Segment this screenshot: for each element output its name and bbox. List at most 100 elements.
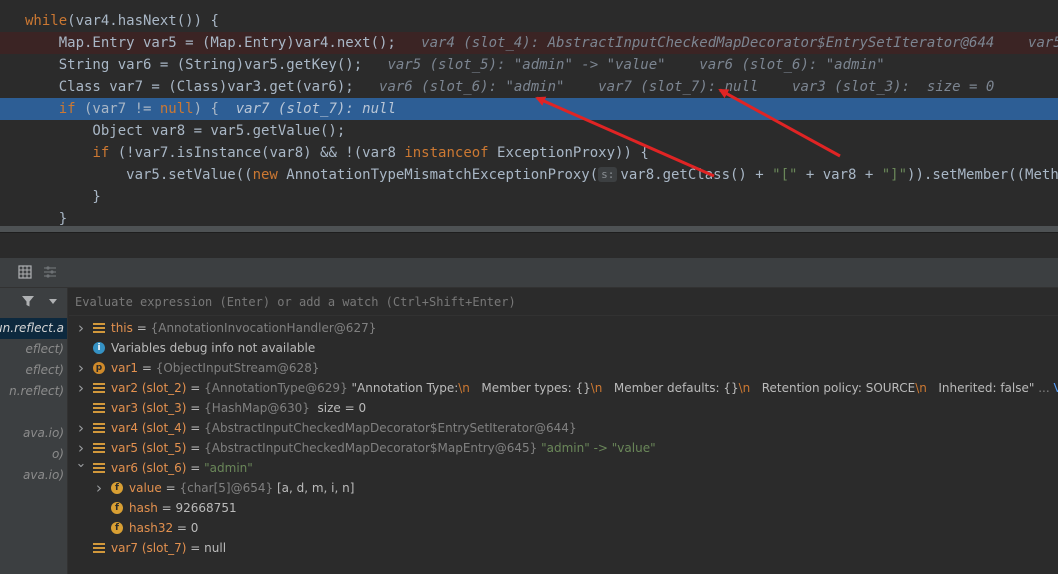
code-token: "[" (772, 167, 798, 183)
variable-name: var1 (111, 361, 139, 375)
code-token: var5.setValue(( (25, 167, 253, 183)
variable-row[interactable]: f hash32 = 0 (69, 518, 1058, 538)
inline-debug-value: var6 (slot_6): "admin" var7 (slot_7): nu… (353, 79, 995, 95)
code-line[interactable]: var5.setValue((new AnnotationTypeMismatc… (0, 164, 1058, 186)
variable-value: [a, d, m, i, n] (273, 481, 355, 495)
info-icon: i (93, 342, 105, 354)
variable-row[interactable]: › var5 (slot_5) = {AbstractInputCheckedMa… (69, 438, 1058, 458)
variable-name: hash32 (129, 521, 174, 535)
variable-icon (93, 542, 105, 554)
collapse-toggle-icon[interactable]: ⌄ (75, 458, 87, 474)
variable-icon (93, 382, 105, 394)
code-token: (!var7.isInstance(var8) && !(var8 (109, 145, 405, 161)
code-text: while(var4.hasNext()) { (25, 10, 219, 32)
expand-toggle-icon[interactable]: › (75, 378, 87, 398)
variable-row[interactable]: › var4 (slot_4) = {AbstractInputCheckedMa… (69, 418, 1058, 438)
variable-row[interactable]: › f value = {char[5]@654} [a, d, m, i, n] (69, 478, 1058, 498)
inline-debug-value: var5 (slot_5): "admin" -> "value" var6 (… (362, 57, 885, 73)
frames-header (0, 288, 67, 316)
variable-icon (93, 462, 105, 474)
variable-text: hash = 92668751 (129, 498, 237, 518)
code-token: )).setMember((Method)var2.members().get(… (907, 167, 1058, 183)
dropdown-arrow-icon[interactable] (45, 294, 61, 310)
variable-name: var6 (slot_6) (111, 461, 187, 475)
evaluate-bar (69, 288, 1058, 316)
debug-toolbar (0, 258, 1058, 288)
evaluate-expression-input[interactable] (75, 293, 1045, 311)
variable-value: = (186, 381, 205, 395)
filter-icon[interactable] (20, 294, 36, 310)
parameter-icon: p (93, 362, 105, 374)
panel-divider[interactable] (0, 232, 1058, 258)
variable-value: {HashMap@630} (204, 401, 310, 415)
frame-item[interactable]: eflect) (0, 360, 67, 381)
layout-settings-icon[interactable] (42, 265, 58, 281)
code-line[interactable]: Class var7 = (Class)var3.get(var6); var6… (0, 76, 1058, 98)
expand-toggle-icon[interactable]: › (75, 318, 87, 338)
table-view-icon[interactable] (17, 265, 33, 281)
code-token: while (25, 13, 68, 29)
view-link[interactable]: View (1053, 381, 1058, 395)
variables-panel: › this = {AnnotationInvocationHandler@627… (69, 288, 1058, 574)
code-token: instanceof (404, 145, 489, 161)
field-icon: f (111, 482, 123, 494)
variable-row[interactable]: › var2 (slot_2) = {AnnotationType@629} "A… (69, 378, 1058, 398)
variable-value: Inherited: false" (926, 381, 1035, 395)
variable-text: var6 (slot_6) = "admin" (111, 458, 253, 478)
variable-text: var1 = {ObjectInputStream@628} (111, 358, 319, 378)
frame-label: ava.io) (23, 426, 64, 440)
frame-item[interactable] (0, 486, 67, 507)
code-line[interactable]: if (!var7.isInstance(var8) && !(var8 ins… (0, 142, 1058, 164)
variable-value: Member defaults: {} (602, 381, 739, 395)
variable-row[interactable]: › p var1 = {ObjectInputStream@628} (69, 358, 1058, 378)
frame-item[interactable]: ava.io) (0, 465, 67, 486)
variable-row[interactable]: › this = {AnnotationInvocationHandler@627… (69, 318, 1058, 338)
frame-label: ava.io) (23, 468, 64, 482)
frames-panel: sun.reflect.a eflect) eflect) n.reflect) ava… (0, 288, 68, 574)
inline-debug-value: var7 (slot_7): null (218, 101, 396, 117)
variable-value: {AnnotationInvocationHandler@627} (150, 321, 377, 335)
expand-toggle-icon[interactable]: › (93, 478, 105, 498)
code-token: ExceptionProxy)) { (488, 145, 649, 161)
frame-item[interactable]: n.reflect) (0, 381, 67, 402)
variable-name: var2 (slot_2) (111, 381, 187, 395)
variable-row[interactable]: var7 (slot_7) = null (69, 538, 1058, 558)
frame-item[interactable]: sun.reflect.a (0, 318, 67, 339)
frame-label: o) (51, 447, 64, 461)
variable-row[interactable]: ⌄ var6 (slot_6) = "admin" (69, 458, 1058, 478)
code-token: Class var7 = (Class)var3.get(var6); (25, 79, 354, 95)
expand-toggle-icon[interactable]: › (75, 418, 87, 438)
frame-item[interactable]: ava.io) (0, 423, 67, 444)
variable-row[interactable]: i Variables debug info not available (69, 338, 1058, 358)
variable-value: {char[5]@654} (179, 481, 274, 495)
variable-value: size = 0 (309, 401, 367, 415)
code-line[interactable]: Map.Entry var5 = (Map.Entry)var4.next();… (0, 32, 1058, 54)
variable-name: hash (129, 501, 158, 515)
frame-item[interactable] (0, 402, 67, 423)
frame-item[interactable]: o) (0, 444, 67, 465)
variable-text: var5 (slot_5) = {AbstractInputCheckedMap… (111, 438, 656, 458)
variable-icon (93, 322, 105, 334)
variable-row[interactable]: f hash = 92668751 (69, 498, 1058, 518)
variable-value: ... (1034, 381, 1054, 395)
code-token: String var6 = (String)var5.getKey(); (25, 57, 363, 73)
variable-value: Member types: {} (469, 381, 591, 395)
expand-toggle-icon[interactable]: › (75, 438, 87, 458)
code-token: Object var8 = var5.getValue(); (25, 123, 346, 139)
variable-text: this = {AnnotationInvocationHandler@627} (111, 318, 376, 338)
variable-value: = 0 (173, 521, 199, 535)
code-token: + var8 + (797, 167, 882, 183)
variable-row[interactable]: var3 (slot_3) = {HashMap@630} size = 0 (69, 398, 1058, 418)
code-line[interactable]: } (0, 186, 1058, 208)
variable-value: = (132, 321, 151, 335)
code-line[interactable]: Object var8 = var5.getValue(); (0, 120, 1058, 142)
expand-toggle-icon[interactable]: › (75, 358, 87, 378)
code-line[interactable]: while(var4.hasNext()) { (0, 10, 1058, 32)
code-token: "]" (881, 167, 908, 183)
code-editor[interactable]: while(var4.hasNext()) { Map.Entry var5 =… (0, 0, 1058, 232)
code-line[interactable]: String var6 = (String)var5.getKey(); var… (0, 54, 1058, 76)
parameter-hint: s: (598, 167, 618, 182)
variable-value: Variables debug info not available (111, 341, 316, 355)
code-line[interactable]: if (var7 != null) { var7 (slot_7): null (0, 98, 1058, 120)
frame-item[interactable]: eflect) (0, 339, 67, 360)
